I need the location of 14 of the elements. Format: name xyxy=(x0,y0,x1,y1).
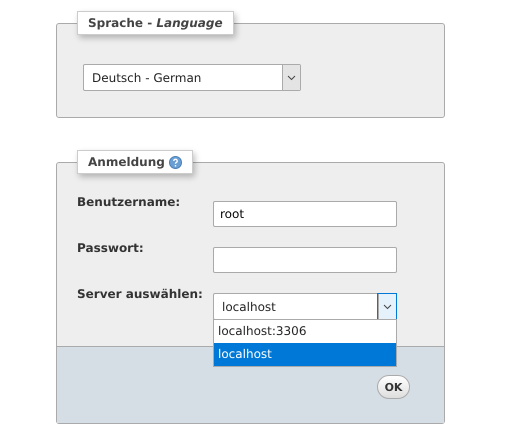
username-field[interactable]: root xyxy=(213,201,397,227)
language-select[interactable]: Deutsch - German xyxy=(83,64,301,91)
field-label: Benutzername: xyxy=(77,194,182,211)
panel-legend: Sprache - Language xyxy=(77,11,234,35)
chevron-icon xyxy=(383,304,392,310)
server-select[interactable]: localhost xyxy=(213,293,397,320)
field-label: Passwort: xyxy=(77,240,145,257)
password-field[interactable] xyxy=(213,247,397,273)
ok-button[interactable]: OK xyxy=(377,375,410,399)
help-icon[interactable] xyxy=(168,156,182,168)
chevron-icon xyxy=(287,74,296,80)
field-label: Server auswählen: xyxy=(77,286,204,303)
dropdown-option[interactable]: localhost xyxy=(214,343,396,366)
panel-legend: Anmeldung xyxy=(77,150,193,174)
